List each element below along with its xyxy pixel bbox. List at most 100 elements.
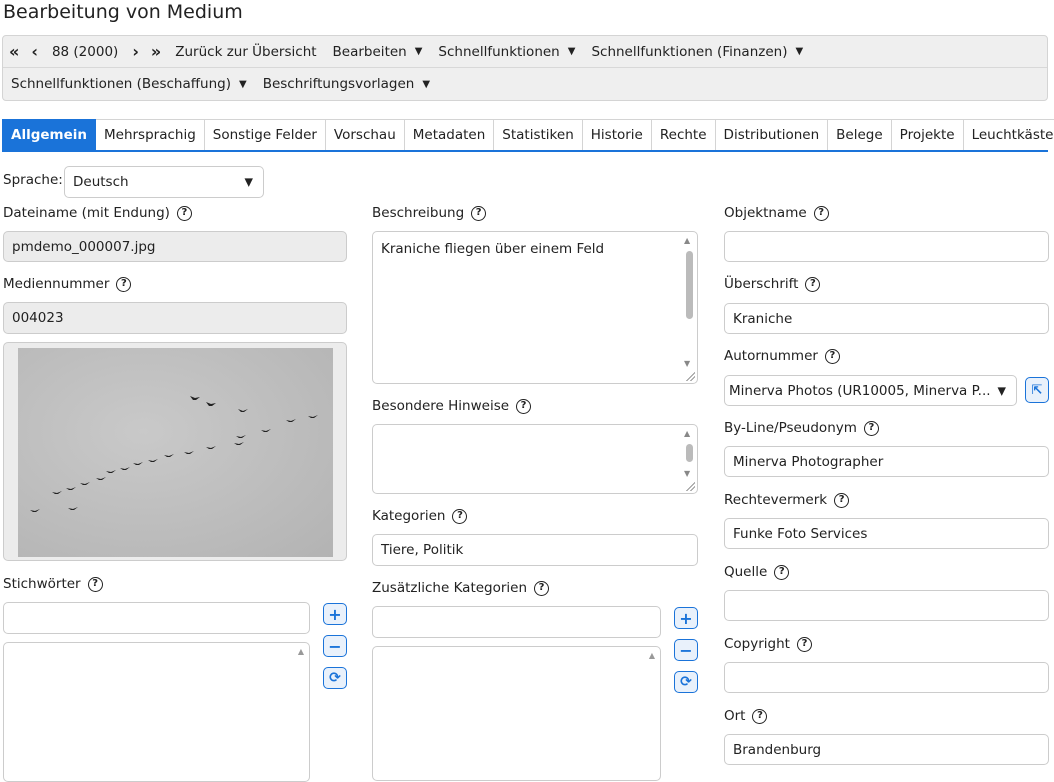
- zus-kategorien-list[interactable]: ▲: [372, 646, 661, 781]
- beschreibung-value: Kraniche fliegen über einem Feld: [381, 241, 605, 257]
- autornummer-value: Minerva Photos (UR10005, Minerva P...: [729, 382, 991, 399]
- stichwoerter-list[interactable]: ▲: [3, 642, 310, 782]
- menu-beschriftungsvorlagen[interactable]: Beschriftungsvorlagen ▼: [255, 68, 438, 100]
- tab-statistiken[interactable]: Statistiken: [494, 119, 583, 150]
- rechtevermerk-label: Rechtevermerk?: [724, 492, 850, 508]
- ueberschrift-field[interactable]: Kraniche: [724, 303, 1049, 334]
- tab-vorschau[interactable]: Vorschau: [325, 119, 405, 150]
- menu-schnellfunktionen-finanzen[interactable]: Schnellfunktionen (Finanzen) ▼: [583, 36, 811, 67]
- resize-grip-icon[interactable]: [685, 481, 695, 491]
- mediennummer-label: Mediennummer?: [3, 276, 132, 292]
- tab-leuchtkaesten[interactable]: Leuchtkästen: [963, 119, 1054, 150]
- remove-keyword-button[interactable]: −: [323, 635, 347, 657]
- kategorien-field[interactable]: Tiere, Politik: [372, 534, 698, 566]
- tab-belege[interactable]: Belege: [828, 119, 892, 150]
- help-icon[interactable]: ?: [752, 708, 768, 724]
- stichwoerter-label: Stichwörter?: [3, 576, 103, 592]
- hinweise-label: Besondere Hinweise?: [372, 398, 532, 414]
- help-icon[interactable]: ?: [87, 576, 103, 592]
- help-icon[interactable]: ?: [471, 205, 487, 221]
- chevron-down-icon: ▼: [238, 78, 247, 90]
- record-counter: 88 (2000): [51, 43, 119, 60]
- scrollbar-thumb: [686, 444, 693, 462]
- mediennummer-field[interactable]: 004023: [3, 302, 347, 334]
- autornummer-label: Autornummer?: [724, 348, 840, 364]
- tab-projekte[interactable]: Projekte: [891, 119, 964, 150]
- beschreibung-textarea[interactable]: Kraniche fliegen über einem Feld ▲ ▼: [372, 231, 698, 384]
- tab-metadaten[interactable]: Metadaten: [404, 119, 495, 150]
- help-icon[interactable]: ?: [813, 205, 829, 221]
- refresh-icon[interactable]: ⟳: [674, 671, 698, 693]
- preview-frame: [3, 342, 347, 561]
- scroll-up-icon: ▲: [297, 647, 304, 656]
- help-icon[interactable]: ?: [452, 508, 468, 524]
- tab-mehrsprachig[interactable]: Mehrsprachig: [95, 119, 205, 150]
- hinweise-textarea[interactable]: ▲ ▼: [372, 424, 698, 494]
- menu-bearbeiten[interactable]: Bearbeiten ▼: [325, 36, 431, 67]
- page-title: Bearbeitung von Medium: [3, 1, 243, 23]
- scroll-up-icon: ▲: [648, 651, 655, 660]
- zus-kategorien-input[interactable]: [372, 606, 661, 638]
- scrollbar[interactable]: ▲ ▼: [682, 233, 696, 382]
- byline-label: By-Line/Pseudonym?: [724, 420, 879, 436]
- scroll-up-icon: ▲: [684, 429, 691, 438]
- stichwoerter-input[interactable]: [3, 602, 310, 634]
- ueberschrift-label: Überschrift?: [724, 276, 821, 292]
- scroll-up-icon: ▲: [684, 236, 691, 245]
- chevron-down-icon: ▼: [997, 384, 1006, 397]
- objektname-field[interactable]: [724, 231, 1049, 262]
- sprache-select[interactable]: Deutsch ▼: [64, 166, 264, 198]
- tab-distributionen[interactable]: Distributionen: [715, 119, 829, 150]
- help-icon[interactable]: ?: [176, 205, 192, 221]
- byline-field[interactable]: Minerva Photographer: [724, 446, 1049, 477]
- toolbar: « ‹ 88 (2000) › » Zurück zur Übersicht B…: [2, 35, 1048, 101]
- help-icon[interactable]: ?: [534, 580, 550, 596]
- first-record-button[interactable]: «: [3, 36, 25, 67]
- kategorien-label: Kategorien?: [372, 508, 468, 524]
- help-icon[interactable]: ?: [805, 276, 821, 292]
- help-icon[interactable]: ?: [834, 492, 850, 508]
- ort-label: Ort?: [724, 708, 768, 724]
- quelle-label: Quelle?: [724, 564, 790, 580]
- chevron-down-icon: ▼: [414, 46, 423, 57]
- help-icon[interactable]: ?: [516, 398, 532, 414]
- add-keyword-button[interactable]: +: [323, 603, 347, 625]
- copyright-field[interactable]: [724, 662, 1049, 693]
- dateiname-label: Dateiname (mit Endung)?: [3, 205, 192, 221]
- menu-schnellfunktionen[interactable]: Schnellfunktionen ▼: [430, 36, 583, 67]
- refresh-icon[interactable]: ⟳: [323, 667, 347, 689]
- help-icon[interactable]: ?: [116, 276, 132, 292]
- zus-kategorien-label: Zusätzliche Kategorien?: [372, 580, 550, 596]
- scroll-down-icon: ▼: [684, 359, 691, 368]
- help-icon[interactable]: ?: [796, 636, 812, 652]
- rechtevermerk-field[interactable]: Funke Foto Services: [724, 518, 1049, 549]
- tab-sonstige-felder[interactable]: Sonstige Felder: [204, 119, 326, 150]
- beschreibung-label: Beschreibung?: [372, 205, 487, 221]
- menu-schnellfunktionen-beschaffung[interactable]: Schnellfunktionen (Beschaffung) ▼: [3, 68, 255, 100]
- preview-image[interactable]: [18, 348, 333, 557]
- dateiname-field[interactable]: pmdemo_000007.jpg: [3, 231, 347, 262]
- next-record-button[interactable]: ›: [126, 36, 145, 67]
- remove-category-button[interactable]: −: [674, 639, 698, 661]
- objektname-label: Objektname?: [724, 205, 829, 221]
- chevron-down-icon: ▼: [795, 46, 804, 57]
- help-icon[interactable]: ?: [863, 420, 879, 436]
- add-category-button[interactable]: +: [674, 607, 698, 629]
- scrollbar-thumb: [686, 251, 693, 319]
- tab-allgemein[interactable]: Allgemein: [2, 119, 96, 150]
- autornummer-select[interactable]: Minerva Photos (UR10005, Minerva P... ▼: [724, 375, 1017, 406]
- ort-field[interactable]: Brandenburg: [724, 734, 1049, 765]
- last-record-button[interactable]: »: [145, 36, 167, 67]
- quelle-field[interactable]: [724, 590, 1049, 621]
- external-link-icon[interactable]: ⇱: [1025, 377, 1049, 403]
- sprache-value: Deutsch: [73, 174, 129, 190]
- prev-record-button[interactable]: ‹: [25, 36, 44, 67]
- resize-grip-icon[interactable]: [685, 371, 695, 381]
- tab-rechte[interactable]: Rechte: [651, 119, 716, 150]
- chevron-down-icon: ▼: [567, 46, 576, 57]
- cranes-in-flight-image: [30, 396, 318, 512]
- back-to-overview-link[interactable]: Zurück zur Übersicht: [167, 36, 324, 67]
- help-icon[interactable]: ?: [774, 564, 790, 580]
- help-icon[interactable]: ?: [824, 348, 840, 364]
- tab-historie[interactable]: Historie: [582, 119, 652, 150]
